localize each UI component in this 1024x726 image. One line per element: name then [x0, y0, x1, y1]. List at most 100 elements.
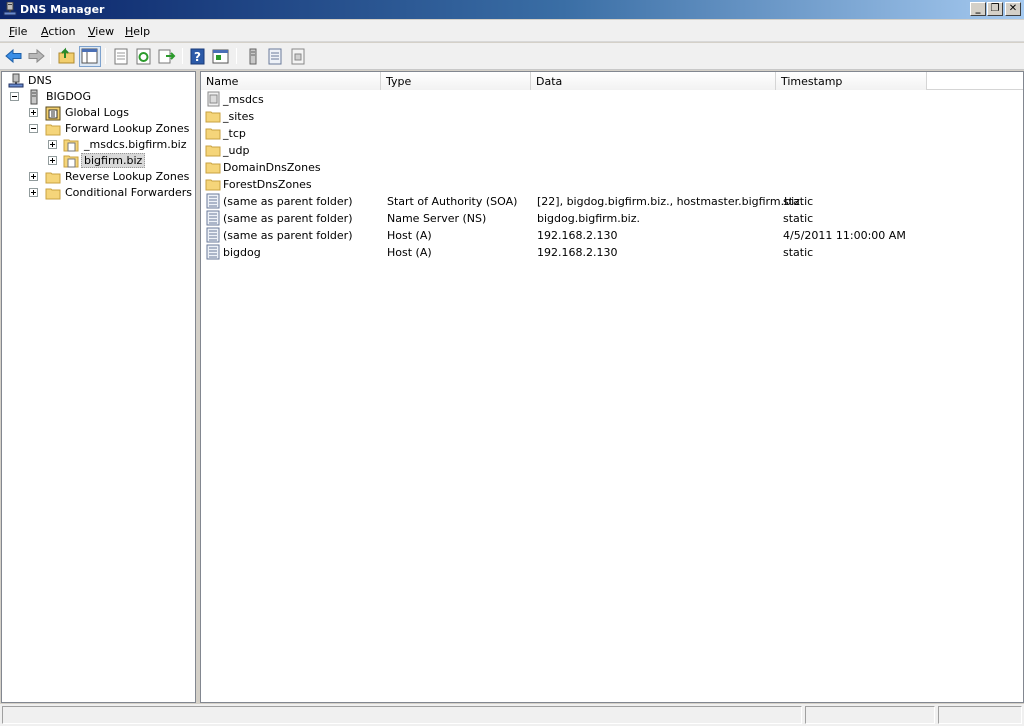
- server-icon: [249, 48, 257, 65]
- menu-help[interactable]: Help: [125, 25, 150, 38]
- record-icon: [206, 193, 220, 209]
- expand-toggle[interactable]: [29, 188, 38, 197]
- tree-item-global-logs[interactable]: Global Logs: [6, 105, 186, 121]
- column-header-timestamp[interactable]: Timestamp: [776, 72, 927, 90]
- up-folder-icon: [58, 47, 75, 64]
- expand-toggle[interactable]: [29, 108, 38, 117]
- expand-toggle[interactable]: [29, 172, 38, 181]
- list-item[interactable]: _tcp: [201, 125, 1023, 142]
- back-icon: [5, 48, 22, 64]
- results-list[interactable]: Name Type Data Timestamp _msdcs _sites _tc…: [200, 71, 1024, 703]
- restore-button[interactable]: ❐: [987, 2, 1003, 16]
- cell-data: 192.168.2.130: [537, 229, 618, 242]
- zone-icon: [63, 155, 79, 168]
- forward-button[interactable]: [25, 46, 47, 67]
- list-item[interactable]: ForestDnsZones: [201, 176, 1023, 193]
- collapse-toggle[interactable]: [10, 92, 19, 101]
- tree-item-forward-lookup-zones[interactable]: Forward Lookup Zones: [6, 121, 189, 137]
- delegation-icon: [207, 91, 220, 107]
- refresh-icon: [136, 48, 151, 65]
- svg-text:?: ?: [194, 50, 201, 64]
- cell-timestamp: static: [783, 246, 814, 259]
- column-header-name[interactable]: Name: [201, 72, 381, 90]
- back-button[interactable]: [3, 46, 25, 67]
- tree-item-dns[interactable]: DNS: [6, 73, 186, 89]
- close-button[interactable]: ✕: [1005, 2, 1021, 16]
- folder-icon: [205, 179, 221, 191]
- tree-item-reverse-lookup-zones[interactable]: Reverse Lookup Zones: [6, 169, 189, 185]
- cell-name: _sites: [223, 110, 255, 123]
- properties-icon: [114, 48, 128, 65]
- list-item[interactable]: (same as parent folder) Start of Authorit…: [201, 193, 1023, 210]
- cell-timestamp: static: [783, 212, 814, 225]
- properties-button[interactable]: [110, 46, 132, 67]
- tree-item-bigdog[interactable]: BIGDOG: [6, 89, 186, 105]
- cell-name: _tcp: [223, 127, 246, 140]
- list-item[interactable]: (same as parent folder) Name Server (NS) b…: [201, 210, 1023, 227]
- cell-type: Name Server (NS): [387, 212, 487, 225]
- help-button[interactable]: ?: [187, 46, 209, 67]
- menu-action[interactable]: Action: [41, 25, 75, 38]
- zone-icon: [63, 139, 79, 152]
- new-host-button[interactable]: [264, 46, 286, 67]
- toolbar-separator: [236, 48, 237, 64]
- column-header-data[interactable]: Data: [531, 72, 776, 90]
- up-level-button[interactable]: [56, 46, 78, 67]
- folder-icon: [205, 128, 221, 140]
- tree-item-label: Conditional Forwarders: [65, 186, 193, 199]
- tree-item-conditional-forwarders[interactable]: Conditional Forwarders: [6, 185, 192, 201]
- column-header-type[interactable]: Type: [381, 72, 531, 90]
- cell-name: ForestDnsZones: [223, 178, 312, 191]
- menu-help-rest: elp: [133, 25, 151, 38]
- dns-app-icon: [3, 2, 17, 16]
- toolbar-separator: [182, 48, 183, 64]
- expand-toggle[interactable]: [48, 156, 57, 165]
- menu-bar: File Action View Help: [0, 20, 1024, 42]
- dns-server-icon: [8, 73, 24, 88]
- refresh-button[interactable]: [133, 46, 155, 67]
- folder-icon: [45, 172, 61, 184]
- show-hide-action-pane-button[interactable]: [210, 46, 232, 67]
- list-item[interactable]: DomainDnsZones: [201, 159, 1023, 176]
- window-title: DNS Manager: [20, 3, 105, 16]
- server-icon: [30, 89, 38, 105]
- cell-name: DomainDnsZones: [223, 161, 321, 174]
- help-icon: ?: [190, 48, 205, 65]
- record-icon: [206, 227, 220, 243]
- menu-file[interactable]: File: [9, 25, 27, 38]
- restore-icon: ❐: [990, 3, 1000, 14]
- list-item[interactable]: _msdcs: [201, 91, 1023, 108]
- tree-item-label: Reverse Lookup Zones: [65, 170, 190, 183]
- expand-toggle[interactable]: [48, 140, 57, 149]
- status-panel-3: [938, 706, 1022, 724]
- cell-name: _udp: [223, 144, 250, 157]
- tree-item-label: _msdcs.bigfirm.biz: [84, 138, 187, 151]
- console-tree[interactable]: DNS BIGDOG Global Logs Forward Lookup Zo…: [1, 71, 196, 703]
- tree-item-label: DNS: [28, 74, 52, 87]
- list-header: Name Type Data Timestamp: [201, 72, 1023, 90]
- cell-timestamp: static: [783, 195, 814, 208]
- list-item[interactable]: _sites: [201, 108, 1023, 125]
- toolbar-separator: [105, 48, 106, 64]
- export-list-button[interactable]: [156, 46, 178, 67]
- list-item[interactable]: (same as parent folder) Host (A) 192.168.2…: [201, 227, 1023, 244]
- tree-item-label-selected: bigfirm.biz: [81, 153, 146, 168]
- show-hide-tree-button[interactable]: [79, 46, 101, 67]
- server-button[interactable]: [242, 46, 264, 67]
- tree-item-msdcs-zone[interactable]: _msdcs.bigfirm.biz: [6, 137, 187, 153]
- collapse-toggle[interactable]: [29, 124, 38, 133]
- status-bar: [0, 704, 1024, 726]
- list-item[interactable]: _udp: [201, 142, 1023, 159]
- minimize-button[interactable]: _: [970, 2, 986, 16]
- list-item[interactable]: bigdog Host (A) 192.168.2.130 static: [201, 244, 1023, 261]
- host-record-icon: [268, 48, 282, 65]
- menu-view[interactable]: View: [88, 25, 114, 38]
- close-icon: ✕: [1008, 3, 1018, 14]
- zone-button[interactable]: [287, 46, 309, 67]
- record-icon: [206, 210, 220, 226]
- cell-type: Host (A): [387, 246, 432, 259]
- folder-icon: [205, 145, 221, 157]
- status-panel-2: [805, 706, 935, 724]
- tree-item-bigfirm-zone[interactable]: bigfirm.biz: [6, 153, 186, 169]
- tree-item-label: Global Logs: [65, 106, 129, 119]
